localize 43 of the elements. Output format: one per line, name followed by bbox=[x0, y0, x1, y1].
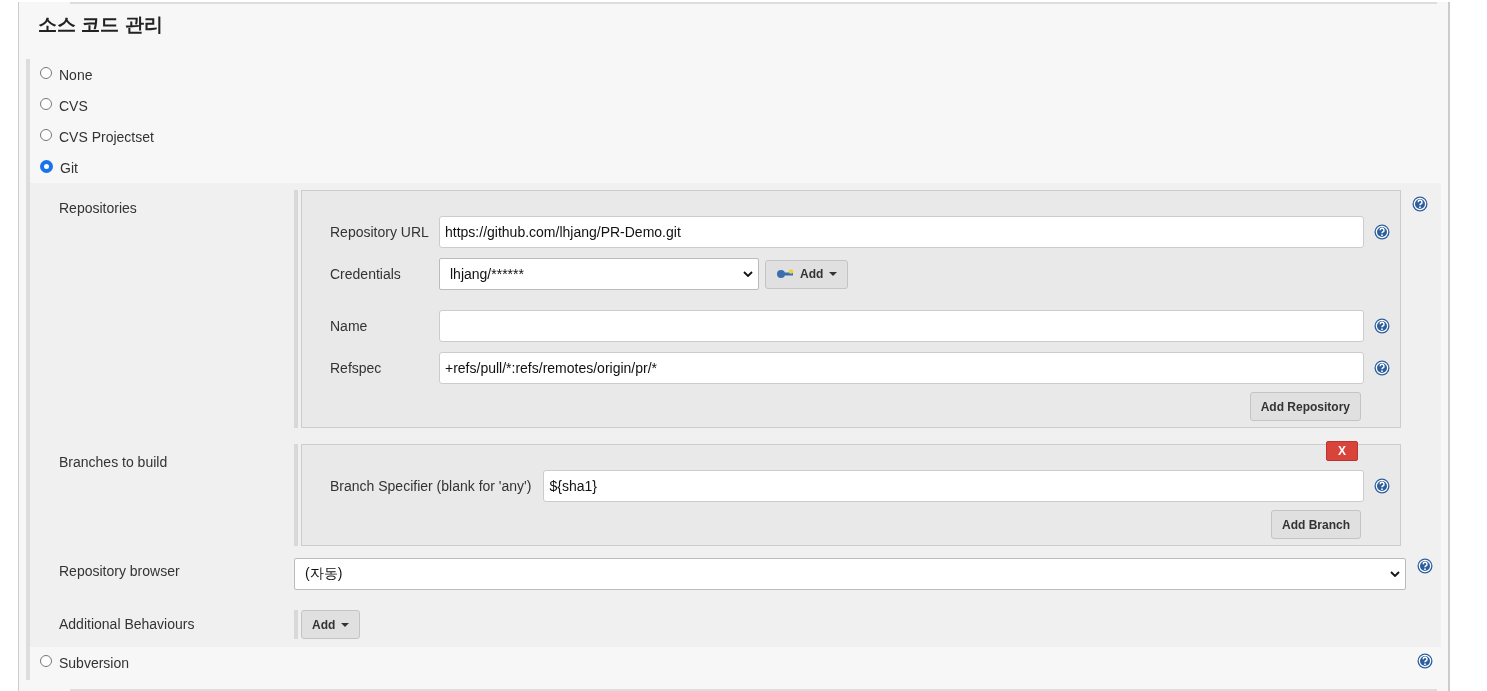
add-branch-button[interactable]: Add Branch bbox=[1271, 510, 1361, 539]
help-icon[interactable] bbox=[1374, 360, 1390, 376]
help-icon[interactable] bbox=[1417, 653, 1433, 669]
help-icon[interactable] bbox=[1374, 224, 1390, 240]
option-label: Git bbox=[60, 159, 78, 176]
radio-button[interactable] bbox=[40, 98, 52, 110]
chevron-down-icon bbox=[1390, 571, 1400, 577]
help-icon[interactable] bbox=[1374, 318, 1390, 334]
add-behaviour-button[interactable]: Add bbox=[301, 610, 361, 639]
text-field[interactable]: +refs/pull/*:refs/remotes/origin/pr/* bbox=[439, 352, 1364, 384]
field-label: Branches to build bbox=[58, 453, 169, 470]
option-label: Subversion bbox=[59, 654, 130, 671]
section-title: 소스 코드 관리 bbox=[38, 13, 164, 37]
radio-button[interactable] bbox=[40, 67, 52, 79]
field-label: Name bbox=[330, 317, 369, 334]
field-label: Repositories bbox=[58, 199, 138, 216]
help-icon[interactable] bbox=[1412, 196, 1428, 212]
caret-icon bbox=[341, 622, 350, 627]
help-icon[interactable] bbox=[1374, 478, 1390, 494]
credentials-dropdown[interactable]: lhjang/****** bbox=[439, 258, 759, 290]
field-label: Repository URL bbox=[330, 223, 430, 240]
field-label: Credentials bbox=[330, 265, 402, 282]
radio-button[interactable] bbox=[40, 655, 52, 667]
radio-button[interactable] bbox=[40, 129, 52, 141]
repository-browser-dropdown[interactable]: (자동) bbox=[294, 558, 1406, 590]
option-label: None bbox=[59, 66, 93, 83]
text-field[interactable]: https://github.com/lhjang/PR-Demo.git bbox=[439, 216, 1364, 248]
add-credentials-button[interactable]: Add bbox=[765, 259, 849, 289]
text-field[interactable]: ${sha1} bbox=[543, 470, 1364, 502]
field-label: Branch Specifier (blank for 'any') bbox=[330, 477, 533, 494]
help-icon[interactable] bbox=[1417, 558, 1433, 574]
field-label: Repository browser bbox=[58, 562, 181, 579]
caret-icon bbox=[829, 272, 838, 276]
add-repository-button[interactable]: Add Repository bbox=[1249, 392, 1361, 421]
option-label: CVS Projectset bbox=[59, 128, 154, 145]
field-label: Refspec bbox=[330, 359, 383, 376]
chevron-down-icon bbox=[743, 271, 753, 277]
delete-button[interactable]: X bbox=[1326, 441, 1358, 461]
field-label: Additional Behaviours bbox=[58, 615, 196, 632]
option-label: CVS bbox=[59, 97, 88, 114]
key-icon bbox=[776, 269, 794, 279]
text-field[interactable] bbox=[439, 310, 1364, 342]
radio-button[interactable] bbox=[40, 159, 53, 173]
